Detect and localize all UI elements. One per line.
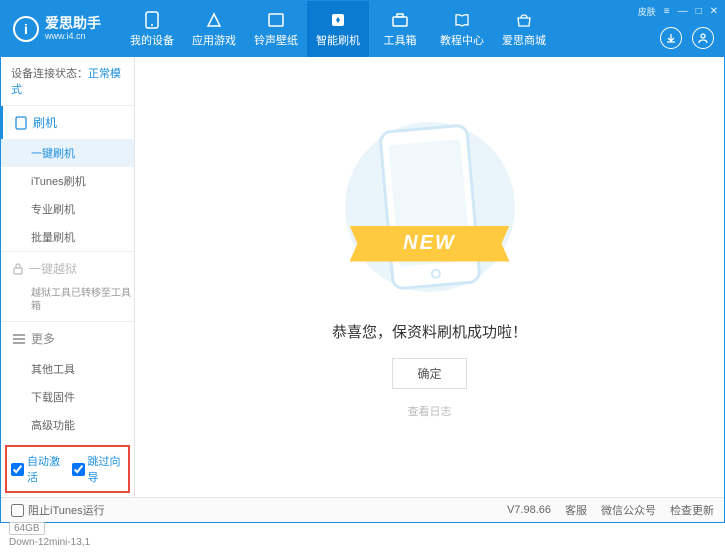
- nav-label: 我的设备: [130, 32, 174, 48]
- phone-graphic: [378, 123, 482, 290]
- sidebar-flash-head[interactable]: 刷机: [1, 106, 134, 139]
- book-icon: [453, 11, 471, 29]
- support-link[interactable]: 客服: [565, 502, 587, 518]
- user-icon[interactable]: [692, 27, 714, 49]
- window-controls: 皮肤 ≡ — □ ✕: [638, 5, 718, 18]
- store-icon: [515, 11, 533, 29]
- sidebar: 设备连接状态：正常模式 刷机 一键刷机 iTunes刷机 专业刷机 批量刷机 一…: [1, 57, 135, 498]
- brand-name: 爱思助手: [45, 16, 101, 31]
- app-header: i 爱思助手 www.i4.cn 我的设备 应用游戏 铃声壁纸 智能刷机 工具箱: [1, 1, 724, 57]
- lock-icon: [13, 263, 23, 275]
- nav-label: 爱思商城: [502, 32, 546, 48]
- sidebar-label: 刷机: [33, 114, 57, 131]
- new-ribbon: NEW: [350, 226, 510, 262]
- toolbox-icon: [391, 11, 409, 29]
- sidebar-itunes-flash[interactable]: iTunes刷机: [1, 167, 134, 195]
- nav-label: 智能刷机: [316, 32, 360, 48]
- skip-guide-checkbox[interactable]: 跳过向导: [72, 453, 125, 485]
- main-nav: 我的设备 应用游戏 铃声壁纸 智能刷机 工具箱 教程中心 爱思商城: [121, 1, 555, 57]
- sidebar-label: 一键越狱: [29, 260, 77, 277]
- connection-status: 设备连接状态：正常模式: [1, 57, 134, 105]
- nav-label: 教程中心: [440, 32, 484, 48]
- cb-label: 自动激活: [27, 453, 64, 485]
- close-button[interactable]: ✕: [710, 6, 718, 17]
- phone-icon: [15, 116, 27, 130]
- logo-icon: i: [13, 16, 39, 42]
- list-icon: [13, 334, 25, 344]
- wallpaper-icon: [267, 11, 285, 29]
- nav-my-device[interactable]: 我的设备: [121, 1, 183, 57]
- success-message: 恭喜您，保资料刷机成功啦！: [332, 321, 527, 342]
- flash-icon: [329, 11, 347, 29]
- sidebar-oneclick-flash[interactable]: 一键刷机: [1, 139, 134, 167]
- download-icon[interactable]: [660, 27, 682, 49]
- nav-ringtones[interactable]: 铃声壁纸: [245, 1, 307, 57]
- nav-tutorials[interactable]: 教程中心: [431, 1, 493, 57]
- sidebar-label: 更多: [31, 330, 55, 347]
- nav-store[interactable]: 爱思商城: [493, 1, 555, 57]
- nav-label: 应用游戏: [192, 32, 236, 48]
- header-right-icons: [660, 27, 714, 49]
- footer-label: 阻止iTunes运行: [28, 502, 105, 518]
- phone-icon: [143, 11, 161, 29]
- version-text: V7.98.66: [507, 504, 551, 516]
- apps-icon: [205, 11, 223, 29]
- device-sub: Down-12mini-13,1: [9, 537, 126, 548]
- nav-toolbox[interactable]: 工具箱: [369, 1, 431, 57]
- nav-smart-flash[interactable]: 智能刷机: [307, 1, 369, 57]
- conn-label: 设备连接状态：: [11, 68, 88, 80]
- menu-button[interactable]: ≡: [664, 6, 670, 17]
- checkbox-highlight-area: 自动激活 跳过向导: [5, 445, 130, 493]
- ok-button[interactable]: 确定: [392, 358, 466, 389]
- sidebar-more-head[interactable]: 更多: [1, 322, 134, 355]
- status-bar: 阻止iTunes运行 V7.98.66 客服 微信公众号 检查更新: [1, 497, 724, 522]
- sidebar-other-tools[interactable]: 其他工具: [1, 355, 134, 383]
- nav-label: 工具箱: [384, 32, 417, 48]
- main-content: NEW 恭喜您，保资料刷机成功啦！ 确定 查看日志: [135, 57, 724, 498]
- wechat-link[interactable]: 微信公众号: [601, 502, 656, 518]
- checkbox-input[interactable]: [11, 504, 24, 517]
- sidebar-pro-flash[interactable]: 专业刷机: [1, 195, 134, 223]
- success-illustration: NEW: [365, 117, 495, 297]
- nav-label: 铃声壁纸: [254, 32, 298, 48]
- auto-activate-checkbox[interactable]: 自动激活: [11, 453, 64, 485]
- cb-label: 跳过向导: [88, 453, 125, 485]
- nav-apps[interactable]: 应用游戏: [183, 1, 245, 57]
- brand-url: www.i4.cn: [45, 32, 101, 42]
- checkbox-input[interactable]: [11, 463, 24, 476]
- block-itunes-checkbox[interactable]: 阻止iTunes运行: [11, 502, 105, 518]
- skin-button[interactable]: 皮肤: [638, 5, 656, 18]
- jailbreak-note: 越狱工具已转移至工具箱: [1, 285, 134, 321]
- sidebar-batch-flash[interactable]: 批量刷机: [1, 223, 134, 251]
- view-log-link[interactable]: 查看日志: [408, 403, 452, 419]
- device-storage: 64GB: [9, 522, 45, 535]
- check-update-link[interactable]: 检查更新: [670, 502, 714, 518]
- sidebar-jailbreak-head: 一键越狱: [1, 252, 134, 285]
- minimize-button[interactable]: —: [678, 6, 688, 17]
- maximize-button[interactable]: □: [696, 6, 702, 17]
- checkbox-input[interactable]: [72, 463, 85, 476]
- brand-logo: i 爱思助手 www.i4.cn: [13, 16, 101, 42]
- sidebar-download-fw[interactable]: 下载固件: [1, 383, 134, 411]
- sidebar-advanced[interactable]: 高级功能: [1, 411, 134, 439]
